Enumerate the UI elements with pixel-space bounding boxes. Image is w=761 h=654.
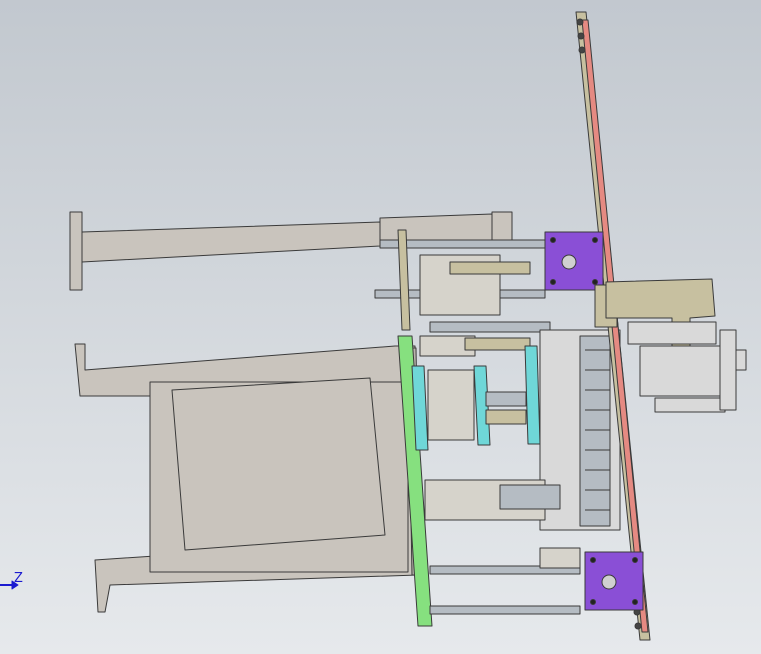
purple-motor-upper (544, 231, 604, 291)
machine-assembly-drawing[interactable] (0, 0, 761, 654)
axis-label-z: Z (14, 571, 23, 586)
main-frame (74, 343, 421, 613)
cyan-blocks (411, 345, 541, 451)
lower-guide-rods (429, 547, 581, 615)
cad-viewport[interactable]: Z (0, 0, 761, 654)
purple-motor-lower (584, 551, 644, 611)
